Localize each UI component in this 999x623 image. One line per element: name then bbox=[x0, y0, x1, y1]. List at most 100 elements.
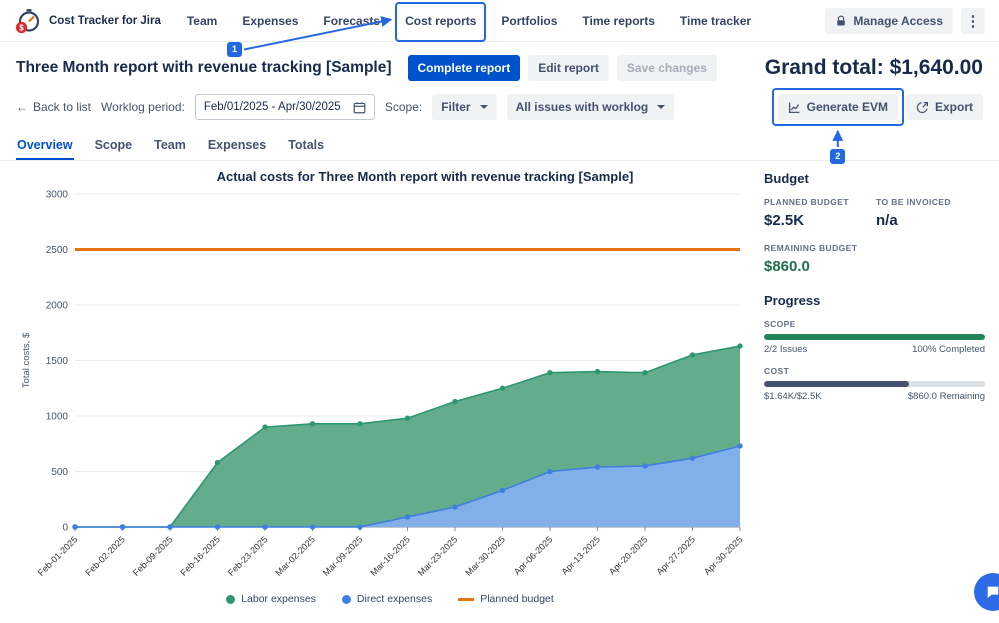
export-icon bbox=[916, 101, 929, 114]
svg-text:Apr-20-2025: Apr-20-2025 bbox=[607, 534, 649, 576]
legend-item-budget[interactable]: Planned budget bbox=[458, 593, 554, 605]
issues-filter-value: All issues with worklog bbox=[516, 100, 649, 114]
svg-text:Feb-02-2025: Feb-02-2025 bbox=[83, 534, 127, 578]
scope-progress-right: 100% Completed bbox=[912, 344, 985, 355]
legend-item-direct[interactable]: Direct expenses bbox=[342, 593, 432, 605]
nav-item-time-tracker[interactable]: Time tracker bbox=[678, 8, 753, 34]
nav-item-forecasts[interactable]: Forecasts bbox=[321, 8, 382, 34]
chart-panel: Actual costs for Three Month report with… bbox=[16, 163, 764, 605]
scope-label: Scope: bbox=[385, 100, 422, 114]
svg-text:Mar-09-2025: Mar-09-2025 bbox=[321, 534, 365, 578]
tab-expenses[interactable]: Expenses bbox=[207, 132, 267, 160]
edit-report-button[interactable]: Edit report bbox=[528, 55, 609, 81]
svg-text:Mar-23-2025: Mar-23-2025 bbox=[416, 534, 460, 578]
svg-text:Feb-23-2025: Feb-23-2025 bbox=[226, 534, 270, 578]
budget-section-title: Budget bbox=[764, 171, 985, 186]
svg-text:1000: 1000 bbox=[46, 412, 69, 423]
chevron-down-icon bbox=[657, 105, 665, 109]
legend-item-labor[interactable]: Labor expenses bbox=[226, 593, 316, 605]
tab-scope[interactable]: Scope bbox=[94, 132, 134, 160]
svg-text:500: 500 bbox=[51, 467, 68, 478]
worklog-period-value: Feb/01/2025 - Apr/30/2025 bbox=[204, 101, 341, 113]
app-logo-icon: $ bbox=[14, 7, 42, 35]
svg-text:Feb-09-2025: Feb-09-2025 bbox=[131, 534, 175, 578]
chevron-down-icon bbox=[480, 105, 488, 109]
nav-item-portfolios[interactable]: Portfolios bbox=[499, 8, 559, 34]
top-nav: $ Cost Tracker for Jira Team Expenses Fo… bbox=[0, 0, 999, 42]
legend-budget-label: Planned budget bbox=[480, 593, 554, 605]
main-content: Actual costs for Three Month report with… bbox=[0, 161, 999, 605]
scope-progress-left: 2/2 Issues bbox=[764, 344, 807, 355]
svg-text:Apr-06-2025: Apr-06-2025 bbox=[512, 534, 554, 576]
save-changes-button[interactable]: Save changes bbox=[617, 55, 717, 81]
svg-text:0: 0 bbox=[62, 523, 68, 534]
svg-text:Total costs, $: Total costs, $ bbox=[21, 332, 32, 388]
worklog-period-input[interactable]: Feb/01/2025 - Apr/30/2025 bbox=[195, 94, 375, 120]
cost-progress-fill bbox=[764, 381, 909, 387]
cost-chart: 050010001500200025003000Feb-01-2025Feb-0… bbox=[16, 184, 764, 588]
svg-text:1500: 1500 bbox=[46, 356, 69, 367]
cost-progress-label: COST bbox=[764, 366, 985, 376]
cost-progress-left: $1.64K/$2.5K bbox=[764, 391, 822, 402]
svg-text:Mar-16-2025: Mar-16-2025 bbox=[368, 534, 412, 578]
chat-bubble-icon bbox=[985, 584, 999, 600]
progress-section-title: Progress bbox=[764, 293, 985, 308]
remaining-budget-label: REMAINING BUDGET bbox=[764, 243, 985, 253]
nav-item-cost-reports[interactable]: Cost reports bbox=[403, 8, 478, 34]
generate-evm-button[interactable]: Generate EVM bbox=[778, 94, 898, 120]
svg-text:2000: 2000 bbox=[46, 301, 69, 312]
back-to-list-link[interactable]: ← Back to list bbox=[16, 100, 91, 114]
direct-swatch bbox=[342, 595, 351, 604]
export-button[interactable]: Export bbox=[906, 94, 983, 120]
more-options-button[interactable]: ⋮ bbox=[961, 8, 985, 34]
back-to-list-label: Back to list bbox=[33, 100, 91, 114]
issues-filter-select[interactable]: All issues with worklog bbox=[507, 94, 675, 120]
chart-legend: Labor expenses Direct expenses Planned b… bbox=[16, 593, 764, 605]
remaining-budget-value: $860.0 bbox=[764, 258, 985, 275]
scope-progress-label: SCOPE bbox=[764, 319, 985, 329]
summary-sidebar: Budget PLANNED BUDGET $2.5K TO BE INVOIC… bbox=[764, 163, 985, 605]
svg-text:Mar-02-2025: Mar-02-2025 bbox=[273, 534, 317, 578]
export-label: Export bbox=[935, 100, 973, 114]
svg-text:Mar-30-2025: Mar-30-2025 bbox=[463, 534, 507, 578]
svg-text:$: $ bbox=[19, 23, 24, 32]
legend-direct-label: Direct expenses bbox=[357, 593, 432, 605]
report-title: Three Month report with revenue tracking… bbox=[16, 59, 392, 77]
main-nav: Team Expenses Forecasts Cost reports Por… bbox=[185, 8, 753, 34]
report-toolbar: ← Back to list Worklog period: Feb/01/20… bbox=[0, 88, 999, 132]
planned-budget-label: PLANNED BUDGET bbox=[764, 197, 876, 207]
svg-text:Feb-01-2025: Feb-01-2025 bbox=[36, 534, 80, 578]
svg-text:Apr-30-2025: Apr-30-2025 bbox=[702, 534, 744, 576]
tab-totals[interactable]: Totals bbox=[287, 132, 325, 160]
chat-fab-button[interactable] bbox=[974, 573, 999, 611]
svg-text:2500: 2500 bbox=[46, 245, 69, 256]
page-header: Three Month report with revenue tracking… bbox=[0, 42, 999, 88]
chart-line-icon bbox=[788, 101, 801, 114]
calendar-icon bbox=[353, 101, 366, 114]
svg-text:Feb-16-2025: Feb-16-2025 bbox=[178, 534, 222, 578]
app-title: Cost Tracker for Jira bbox=[49, 15, 161, 27]
to-be-invoiced-label: TO BE INVOICED bbox=[876, 197, 988, 207]
chart-title: Actual costs for Three Month report with… bbox=[16, 169, 764, 184]
complete-report-button[interactable]: Complete report bbox=[408, 55, 521, 81]
scope-filter-select[interactable]: Filter bbox=[432, 94, 496, 120]
nav-item-expenses[interactable]: Expenses bbox=[240, 8, 300, 34]
tab-overview[interactable]: Overview bbox=[16, 132, 74, 160]
grand-total: Grand total: $1,640.00 bbox=[765, 56, 983, 80]
planned-budget-value: $2.5K bbox=[764, 212, 876, 229]
nav-item-team[interactable]: Team bbox=[185, 8, 219, 34]
nav-item-time-reports[interactable]: Time reports bbox=[580, 8, 656, 34]
to-be-invoiced-value: n/a bbox=[876, 212, 988, 229]
svg-text:Apr-27-2025: Apr-27-2025 bbox=[654, 534, 696, 576]
tab-team[interactable]: Team bbox=[153, 132, 187, 160]
labor-swatch bbox=[226, 595, 235, 604]
cost-progress-bar bbox=[764, 381, 985, 387]
manage-access-label: Manage Access bbox=[853, 14, 943, 28]
report-tabs: Overview Scope Team Expenses Totals bbox=[0, 132, 999, 161]
svg-text:Apr-13-2025: Apr-13-2025 bbox=[559, 534, 601, 576]
manage-access-button[interactable]: Manage Access bbox=[825, 8, 953, 34]
scope-progress-fill bbox=[764, 334, 985, 340]
lock-icon bbox=[835, 15, 847, 27]
back-arrow-icon: ← bbox=[16, 100, 28, 114]
legend-labor-label: Labor expenses bbox=[241, 593, 316, 605]
